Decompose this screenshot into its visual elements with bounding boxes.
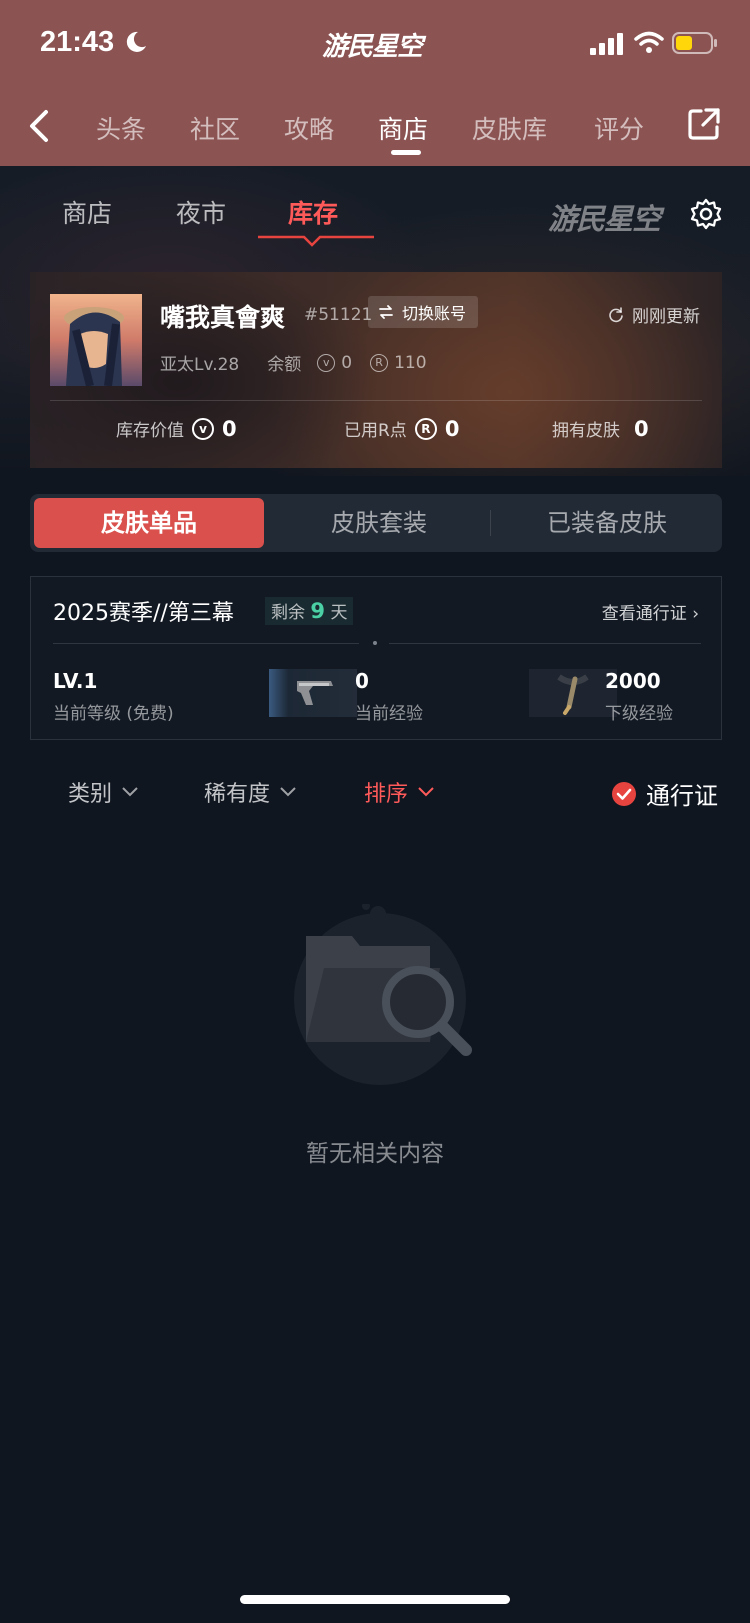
vp-balance: 0 xyxy=(341,352,353,373)
sort-filter[interactable]: 排序 xyxy=(364,776,434,808)
nav-tab-headlines[interactable]: 头条 xyxy=(96,110,146,146)
stat-owned-skins: 拥有皮肤 0 xyxy=(552,416,649,442)
owned-skins-label: 拥有皮肤 xyxy=(552,421,620,441)
season-divider-dot xyxy=(373,641,377,645)
melee-skin-icon xyxy=(557,674,589,715)
top-nav: 头条 社区 攻略 商店 皮肤库 评分 xyxy=(0,96,750,160)
switch-account-button[interactable]: 切换账号 xyxy=(368,296,479,328)
chevron-down-icon xyxy=(280,787,296,797)
subtab-night-market[interactable]: 夜市 xyxy=(176,194,226,230)
owned-skins: 0 xyxy=(634,416,649,441)
cellular-signal-icon xyxy=(590,33,623,55)
subtab-shop[interactable]: 商店 xyxy=(62,194,112,230)
vp-coin-icon: v xyxy=(192,417,214,440)
vp-coin-icon: v xyxy=(317,353,336,372)
used-rp: 0 xyxy=(444,416,460,441)
season-title: 2025赛季//第三幕 xyxy=(53,601,234,626)
inventory-value: 0 xyxy=(222,416,237,441)
settings-gear-icon[interactable] xyxy=(690,198,722,230)
subtab-inventory[interactable]: 库存 xyxy=(288,194,338,230)
sort-filter-label: 排序 xyxy=(364,782,409,807)
refresh-label: 刚刚更新 xyxy=(632,307,700,327)
checkmark-icon xyxy=(612,781,636,806)
status-bar: 21:43 游民星空 xyxy=(0,0,750,88)
battery-icon xyxy=(672,32,717,54)
next-reward-thumbnail[interactable] xyxy=(529,669,617,717)
inventory-value-label: 库存价值 xyxy=(116,421,184,441)
chevron-down-icon xyxy=(418,787,434,797)
username: 嘴我真會爽 xyxy=(160,303,286,332)
season-remaining-badge: 剩余 9 天 xyxy=(265,597,354,625)
stat-inventory-value: 库存价值 v 0 xyxy=(116,416,237,442)
season-divider-right xyxy=(389,643,701,644)
rarity-filter-label: 稀有度 xyxy=(204,782,271,807)
nav-tab-community[interactable]: 社区 xyxy=(190,110,240,146)
rp-balance: 110 xyxy=(394,352,427,373)
region-level: 亚太Lv.28 xyxy=(160,355,240,375)
profile-card: 嘴我真會爽 #51121 切换账号 刚刚更新 亚太Lv.28 余额 v 0 R … xyxy=(30,272,722,468)
swap-icon xyxy=(379,305,393,319)
nav-tab-guides[interactable]: 攻略 xyxy=(284,110,334,146)
share-icon[interactable] xyxy=(686,106,722,142)
balance-label: 余额 xyxy=(267,355,302,375)
remain-prefix: 剩余 xyxy=(271,603,305,623)
nav-tab-shop[interactable]: 商店 xyxy=(378,110,428,146)
nav-tab-skin-library[interactable]: 皮肤库 xyxy=(472,110,547,146)
chevron-down-icon xyxy=(122,787,138,797)
pass-filter-label: 通行证 xyxy=(646,782,718,810)
subtab-active-indicator xyxy=(258,235,374,247)
brand-watermark: 游民星空 xyxy=(548,202,661,236)
segment-equipped-skins[interactable]: 已装备皮肤 xyxy=(492,498,722,548)
view-pass-link[interactable]: 查看通行证 › xyxy=(602,599,699,624)
stat-used-rp: 已用R点 R 0 xyxy=(344,416,460,442)
current-level-label: 当前等级 (免费) xyxy=(53,704,174,724)
rp-coin-icon: R xyxy=(414,417,437,440)
refresh-status[interactable]: 刚刚更新 xyxy=(608,302,700,327)
brand-logo: 游民星空 xyxy=(322,32,423,62)
rp-coin-icon: R xyxy=(370,353,389,372)
user-meta: 亚太Lv.28 余额 v 0 R 110 xyxy=(160,350,427,376)
current-exp: 0 xyxy=(355,669,369,693)
category-filter[interactable]: 类别 xyxy=(68,776,138,808)
empty-folder-search-icon xyxy=(294,904,472,1085)
profile-divider xyxy=(50,400,702,401)
empty-state-text: 暂无相关内容 xyxy=(306,1141,444,1167)
segment-skin-items[interactable]: 皮肤单品 xyxy=(34,498,264,548)
app-header: 21:43 游民星空 头条 社区 攻略 商店 皮肤库 评分 xyxy=(0,0,750,166)
current-exp-label: 当前经验 xyxy=(355,704,423,724)
season-divider-left xyxy=(53,643,359,644)
wifi-icon xyxy=(634,31,664,53)
status-time: 21:43 xyxy=(40,26,115,58)
nav-tab-ratings[interactable]: 评分 xyxy=(594,110,644,146)
view-pass-label: 查看通行证 xyxy=(601,604,687,624)
moon-icon xyxy=(126,31,146,52)
switch-account-label: 切换账号 xyxy=(402,304,467,323)
current-level: LV.1 xyxy=(53,669,98,693)
rarity-filter[interactable]: 稀有度 xyxy=(204,776,296,808)
skin-type-segmented-control: 皮肤单品 皮肤套装 已装备皮肤 xyxy=(30,494,722,552)
avatar[interactable] xyxy=(50,294,142,386)
season-pass-card: 2025赛季//第三幕 剩余 9 天 查看通行证 › LV.1 当前等级 (免费… xyxy=(30,576,722,740)
pistol-skin-icon xyxy=(297,681,333,705)
chevron-right-icon: › xyxy=(692,604,699,624)
next-level-exp-label: 下级经验 xyxy=(605,704,673,724)
segment-skin-bundles[interactable]: 皮肤套装 xyxy=(264,498,494,548)
current-reward-thumbnail[interactable] xyxy=(269,669,357,717)
home-indicator[interactable] xyxy=(240,1595,510,1604)
active-tab-underline xyxy=(391,150,421,155)
refresh-icon xyxy=(609,306,623,322)
used-rp-label: 已用R点 xyxy=(344,421,407,441)
next-level-exp: 2000 xyxy=(605,669,661,693)
back-arrow-icon[interactable] xyxy=(24,106,54,146)
user-tag: #51121 xyxy=(304,305,373,325)
avatar-portrait-icon xyxy=(50,294,142,386)
remain-days: 9 xyxy=(310,599,326,623)
category-filter-label: 类别 xyxy=(68,782,113,807)
remain-suffix: 天 xyxy=(330,603,348,623)
pass-filter-checkbox[interactable]: 通行证 xyxy=(612,776,718,811)
